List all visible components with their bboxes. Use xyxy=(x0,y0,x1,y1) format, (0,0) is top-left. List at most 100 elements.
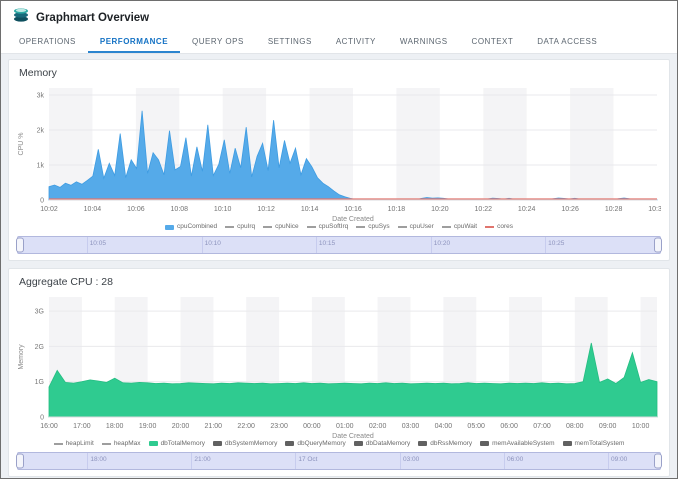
window-header: Graphmart Overview xyxy=(1,1,677,31)
range-gridline xyxy=(545,237,546,253)
range-gridline xyxy=(202,237,203,253)
legend-label: dbTotalMemory xyxy=(161,441,205,448)
legend-label: memTotalSystem xyxy=(575,441,625,448)
memory-cpu-chart[interactable]: 01k2k3k10:0210:0410:0610:0810:1010:1210:… xyxy=(15,80,663,224)
tab-performance[interactable]: PERFORMANCE xyxy=(88,31,180,53)
aggregate-cpu-panel: Aggregate CPU : 28 01G2G3G16:0017:0018:0… xyxy=(8,268,670,478)
legend-item-memTotalSystem[interactable]: memTotalSystem xyxy=(563,441,625,448)
y-tick-label: 2k xyxy=(37,128,45,135)
memory-range-selector[interactable]: 10:0510:1010:1510:2010:25 xyxy=(17,236,661,254)
legend-item-dbRssMemory[interactable]: dbRssMemory xyxy=(418,441,472,448)
content: Memory 01k2k3k10:0210:0410:0610:0810:101… xyxy=(1,54,677,478)
legend-item-dbDataMemory[interactable]: dbDataMemory xyxy=(354,441,410,448)
legend-label: cpuSys xyxy=(368,224,389,231)
aggregate-memory-chart-svg[interactable]: 01G2G3G16:0017:0018:0019:0020:0021:0022:… xyxy=(15,289,661,441)
y-axis-title: Memory xyxy=(18,343,25,369)
y-tick-label: 3G xyxy=(35,308,44,315)
x-tick-label: 01:00 xyxy=(336,423,354,430)
x-tick-label: 09:00 xyxy=(599,423,617,430)
x-tick-label: 17:00 xyxy=(73,423,91,430)
legend-item-cores[interactable]: cores xyxy=(485,224,513,231)
legend-marker xyxy=(354,441,363,446)
legend-item-cpuIrq[interactable]: cpuIrq xyxy=(225,224,255,231)
x-tick-label: 02:00 xyxy=(369,423,387,430)
range-handle-left[interactable] xyxy=(16,237,24,252)
legend-item-heapMax[interactable]: heapMax xyxy=(102,441,141,448)
legend-marker xyxy=(485,226,494,228)
legend-item-dbSystemMemory[interactable]: dbSystemMemory xyxy=(213,441,277,448)
tab-operations[interactable]: OPERATIONS xyxy=(7,31,88,53)
legend-item-heapLimit[interactable]: heapLimit xyxy=(54,441,94,448)
range-gridline xyxy=(316,237,317,253)
y-tick-label: 0 xyxy=(40,198,44,205)
legend-item-cpuSoftIrq[interactable]: cpuSoftIrq xyxy=(307,224,349,231)
range-label: 10:10 xyxy=(205,241,221,248)
legend-item-cpuUser[interactable]: cpuUser xyxy=(398,224,434,231)
x-tick-label: 10:00 xyxy=(632,423,650,430)
range-label: 10:05 xyxy=(90,241,106,248)
tab-context[interactable]: CONTEXT xyxy=(460,31,526,53)
x-tick-label: 19:00 xyxy=(139,423,157,430)
legend-label: cpuCombined xyxy=(177,224,217,231)
legend-marker xyxy=(356,226,365,228)
x-axis-title: Date Created xyxy=(332,433,374,440)
tab-data-access[interactable]: DATA ACCESS xyxy=(525,31,609,53)
range-handle-left[interactable] xyxy=(16,454,24,469)
x-tick-label: 10:16 xyxy=(344,206,362,213)
legend-item-dbTotalMemory[interactable]: dbTotalMemory xyxy=(149,441,205,448)
y-tick-label: 2G xyxy=(35,343,44,350)
memory-panel: Memory 01k2k3k10:0210:0410:0610:0810:101… xyxy=(8,59,670,261)
legend-item-cpuSys[interactable]: cpuSys xyxy=(356,224,389,231)
legend-marker xyxy=(285,441,294,446)
legend-marker xyxy=(149,441,158,446)
legend-label: cpuSoftIrq xyxy=(319,224,349,231)
legend-label: dbRssMemory xyxy=(430,441,472,448)
tab-warnings[interactable]: WARNINGS xyxy=(388,31,460,53)
legend-item-cpuWait[interactable]: cpuWait xyxy=(442,224,477,231)
legend-label: heapMax xyxy=(114,441,141,448)
tab-query-ops[interactable]: QUERY OPS xyxy=(180,31,256,53)
x-tick-label: 03:00 xyxy=(402,423,420,430)
range-gridline xyxy=(608,453,609,469)
tab-settings[interactable]: SETTINGS xyxy=(256,31,324,53)
legend-marker xyxy=(563,441,572,446)
graphmart-overview-window: Graphmart Overview OPERATIONSPERFORMANCE… xyxy=(0,0,678,479)
legend-label: dbDataMemory xyxy=(366,441,410,448)
aggregate-chart-legend: heapLimit heapMax dbTotalMemory dbSystemMem… xyxy=(15,441,663,448)
legend-item-cpuNice[interactable]: cpuNice xyxy=(263,224,298,231)
tab-bar: OPERATIONSPERFORMANCEQUERY OPSSETTINGSAC… xyxy=(1,31,677,54)
aggregate-range-selector[interactable]: 18:0021:0017 Oct03:0006:0009:00 xyxy=(17,452,661,470)
tab-activity[interactable]: ACTIVITY xyxy=(324,31,388,53)
legend-marker xyxy=(263,226,272,228)
range-gridline xyxy=(191,453,192,469)
x-tick-label: 10:10 xyxy=(214,206,232,213)
range-handle-right[interactable] xyxy=(654,237,662,252)
legend-label: cpuUser xyxy=(410,224,434,231)
legend-label: cores xyxy=(497,224,513,231)
memory-chart-legend: cpuCombined cpuIrq cpuNice cpuSoftIrq cpuSys… xyxy=(15,224,663,231)
range-label: 21:00 xyxy=(194,457,210,464)
x-tick-label: 10:24 xyxy=(518,206,536,213)
legend-item-memAvailableSystem[interactable]: memAvailableSystem xyxy=(480,441,554,448)
x-tick-label: 23:00 xyxy=(270,423,288,430)
aggregate-memory-chart[interactable]: 01G2G3G16:0017:0018:0019:0020:0021:0022:… xyxy=(15,289,663,441)
range-handle-right[interactable] xyxy=(654,454,662,469)
x-tick-label: 20:00 xyxy=(172,423,190,430)
legend-item-dbQueryMemory[interactable]: dbQueryMemory xyxy=(285,441,345,448)
range-label: 18:00 xyxy=(90,457,106,464)
y-tick-label: 0 xyxy=(40,414,44,421)
range-gridline xyxy=(87,237,88,253)
x-tick-label: 18:00 xyxy=(106,423,124,430)
page-title: Graphmart Overview xyxy=(36,12,149,24)
range-label: 10:25 xyxy=(548,241,564,248)
y-axis-title: CPU % xyxy=(18,133,25,156)
legend-label: heapLimit xyxy=(66,441,94,448)
x-tick-label: 10:12 xyxy=(257,206,275,213)
y-tick-label: 1G xyxy=(35,379,44,386)
x-tick-label: 10:20 xyxy=(431,206,449,213)
legend-item-cpuCombined[interactable]: cpuCombined xyxy=(165,224,217,231)
memory-cpu-chart-svg[interactable]: 01k2k3k10:0210:0410:0610:0810:1010:1210:… xyxy=(15,80,661,224)
legend-marker xyxy=(165,225,174,230)
x-tick-label: 16:00 xyxy=(40,423,58,430)
x-axis-title: Date Created xyxy=(332,216,374,223)
